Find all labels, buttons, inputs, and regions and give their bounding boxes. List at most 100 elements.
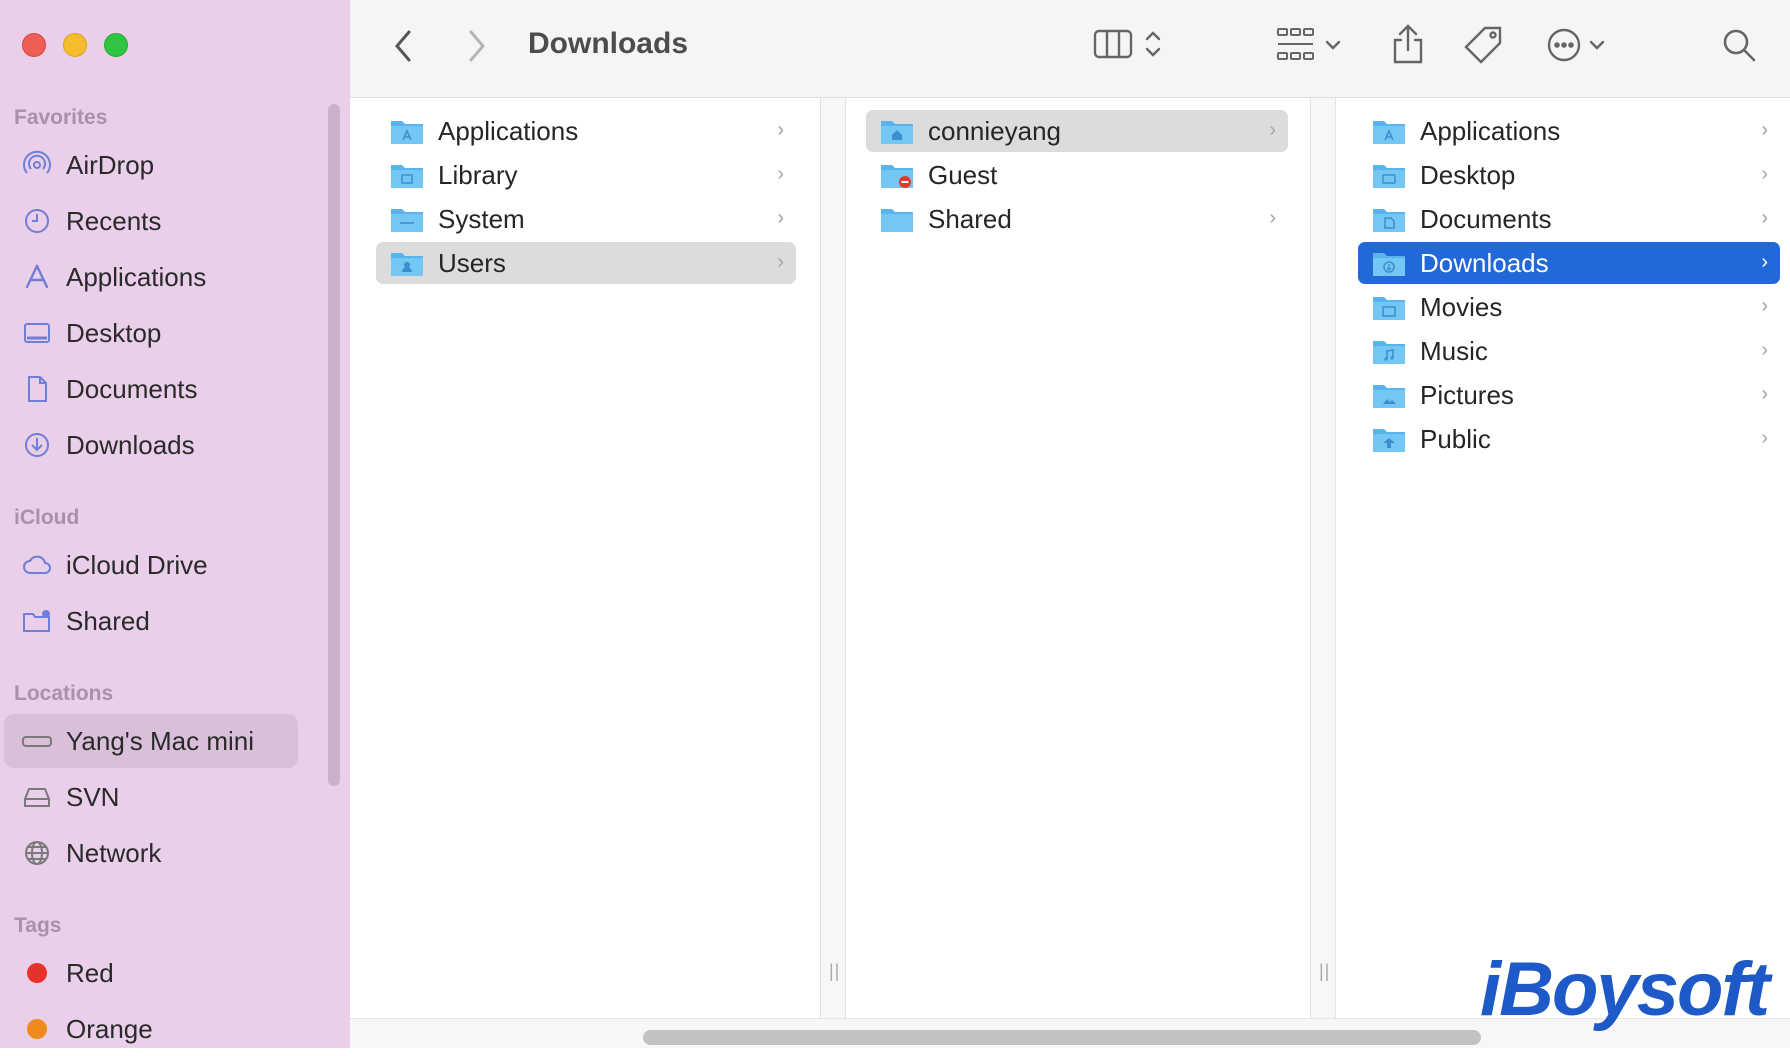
- view-mode-button[interactable]: [1092, 26, 1164, 62]
- tag-button[interactable]: [1462, 24, 1504, 66]
- list-item-label: Users: [438, 247, 506, 278]
- sidebar-item-label: Applications: [66, 261, 207, 292]
- close-button[interactable]: [22, 33, 46, 57]
- cloud-icon: [20, 548, 54, 582]
- list-item[interactable]: Public ›: [1358, 418, 1780, 460]
- chevron-down-icon: [1589, 40, 1605, 50]
- list-item[interactable]: Applications ›: [376, 110, 796, 152]
- sidebar-item-network[interactable]: Network: [4, 826, 298, 880]
- downloads-folder-icon: [1373, 253, 1405, 276]
- back-button[interactable]: [392, 28, 416, 64]
- zoom-button[interactable]: [104, 33, 128, 57]
- sidebar-item-shared[interactable]: Shared: [4, 594, 298, 648]
- list-item-label: Applications: [1420, 115, 1561, 146]
- list-item-label: Shared: [928, 203, 1012, 234]
- list-item-label: connieyang: [928, 115, 1061, 146]
- list-item-selected[interactable]: Downloads ›: [1358, 242, 1780, 284]
- list-item[interactable]: Library ›: [376, 154, 796, 196]
- applications-icon: [20, 260, 54, 294]
- chevron-right-icon: ›: [1761, 119, 1768, 141]
- sidebar-item-downloads[interactable]: Downloads: [4, 418, 298, 472]
- list-item-label: Downloads: [1420, 247, 1549, 278]
- share-icon: [1393, 24, 1423, 64]
- orange-tag-dot: [27, 1019, 47, 1039]
- locations-section-title: Locations: [14, 682, 114, 705]
- guest-folder-icon: [881, 165, 913, 188]
- sidebar-item-icloud-drive[interactable]: iCloud Drive: [4, 538, 298, 592]
- sidebar-item-recents[interactable]: Recents: [4, 194, 298, 248]
- favorites-section-title: Favorites: [14, 106, 108, 129]
- group-button[interactable]: [1275, 26, 1343, 64]
- horizontal-scrollbar-thumb[interactable]: [643, 1030, 1481, 1045]
- column-connieyang: Applications › Desktop › Documents › Dow…: [1336, 98, 1790, 1018]
- toolbar: Downloads: [350, 0, 1790, 98]
- sidebar-item-desktop[interactable]: Desktop: [4, 306, 298, 360]
- list-item[interactable]: Applications ›: [1358, 110, 1780, 152]
- chevron-right-icon: ›: [1269, 207, 1276, 229]
- movies-folder-icon: [1373, 297, 1405, 320]
- applications-folder-icon: [391, 121, 423, 144]
- chevron-right-icon: ›: [1761, 207, 1768, 229]
- sidebar-item-label: iCloud Drive: [66, 549, 208, 580]
- sidebar-item-tag-red[interactable]: Red: [4, 946, 298, 1000]
- list-item-label: System: [438, 203, 525, 234]
- share-button[interactable]: [1390, 22, 1426, 66]
- list-item[interactable]: Guest: [866, 154, 1288, 196]
- list-item[interactable]: Music ›: [1358, 330, 1780, 372]
- list-item-label: Guest: [928, 159, 998, 190]
- list-item[interactable]: Pictures ›: [1358, 374, 1780, 416]
- window-controls: [22, 33, 128, 57]
- list-item-selected[interactable]: connieyang ›: [866, 110, 1288, 152]
- chevron-right-icon: ›: [777, 207, 784, 229]
- sidebar-item-label: Recents: [66, 205, 162, 236]
- search-icon: [1723, 29, 1756, 62]
- desktop-folder-icon: [1373, 165, 1405, 188]
- sidebar-item-label: Shared: [66, 605, 150, 636]
- ellipsis-circle-icon: [1547, 28, 1581, 62]
- list-item-label: Applications: [438, 115, 579, 146]
- globe-icon: [20, 836, 54, 870]
- sidebar-item-label: Network: [66, 837, 162, 868]
- sidebar: Favorites AirDrop Recents Applications D…: [0, 0, 350, 1048]
- minimize-button[interactable]: [63, 33, 87, 57]
- column-root: Applications › Library › System › Users …: [356, 98, 820, 1018]
- list-item[interactable]: Desktop ›: [1358, 154, 1780, 196]
- music-folder-icon: [1373, 341, 1405, 364]
- sidebar-item-applications[interactable]: Applications: [4, 250, 298, 304]
- columns-view-icon: [1093, 29, 1133, 59]
- list-item-selected[interactable]: Users ›: [376, 242, 796, 284]
- icloud-section-title: iCloud: [14, 506, 80, 529]
- list-item[interactable]: Movies ›: [1358, 286, 1780, 328]
- list-item-label: Pictures: [1420, 379, 1514, 410]
- airdrop-icon: [20, 148, 54, 182]
- chevron-right-icon: ›: [1761, 251, 1768, 273]
- column-resize-handle[interactable]: ||: [1310, 98, 1336, 1018]
- chevron-right-icon: ›: [1761, 163, 1768, 185]
- forward-button[interactable]: [464, 28, 488, 64]
- grip-icon: ||: [829, 961, 841, 981]
- iboysoft-watermark: iBoysoft: [1480, 947, 1770, 1032]
- sidebar-item-documents[interactable]: Documents: [4, 362, 298, 416]
- sidebar-item-label: AirDrop: [66, 149, 155, 180]
- sidebar-item-airdrop[interactable]: AirDrop: [4, 138, 298, 192]
- grid-icon: [1277, 28, 1314, 60]
- drive-icon: [20, 780, 54, 814]
- list-item[interactable]: Documents ›: [1358, 198, 1780, 240]
- sidebar-item-label: Yang's Mac mini: [66, 725, 254, 756]
- sidebar-item-svn[interactable]: SVN: [4, 770, 298, 824]
- home-folder-icon: [881, 121, 913, 144]
- documents-folder-icon: [1373, 209, 1405, 232]
- sidebar-item-mac-mini[interactable]: Yang's Mac mini: [4, 714, 298, 768]
- search-button[interactable]: [1720, 26, 1758, 64]
- list-item[interactable]: System ›: [376, 198, 796, 240]
- chevron-right-icon: [469, 30, 485, 62]
- column-resize-handle[interactable]: ||: [820, 98, 846, 1018]
- more-actions-button[interactable]: [1545, 26, 1607, 64]
- list-item-label: Documents: [1420, 203, 1552, 234]
- shared-folder-icon: [20, 604, 54, 638]
- sidebar-scrollbar[interactable]: [328, 104, 340, 786]
- list-item[interactable]: Shared ›: [866, 198, 1288, 240]
- sidebar-item-label: Desktop: [66, 317, 162, 348]
- chevron-right-icon: ›: [777, 119, 784, 141]
- red-tag-dot: [27, 963, 47, 983]
